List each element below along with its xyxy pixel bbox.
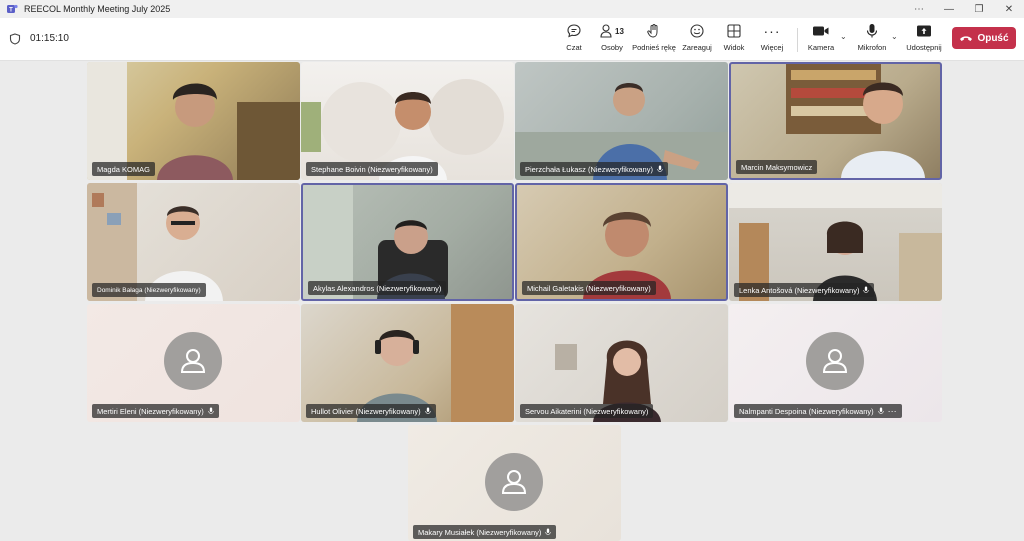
chat-button[interactable]: Czat <box>562 22 586 56</box>
camera-button[interactable]: Kamera <box>806 22 836 56</box>
participant-name-bar: Hullot Olivier (Niezweryfikowany) <box>306 404 436 418</box>
mic-muted-icon <box>208 407 214 414</box>
mic-options-chevron-icon[interactable]: ⌄ <box>891 32 898 41</box>
participant-name: Hullot Olivier (Niezweryfikowany) <box>311 406 421 416</box>
avatar <box>164 332 222 390</box>
participant-name-bar: Mertiri Eleni (Niezweryfikowany) <box>92 404 219 418</box>
react-label: Zareaguj <box>682 43 712 52</box>
participant-name: Servou Aikaterini (Niezweryfikowany) <box>525 406 649 416</box>
view-label: Widok <box>723 43 745 52</box>
more-dots-icon: ··· <box>763 23 781 39</box>
toolbar-divider <box>797 28 798 52</box>
participant-tile-speaking[interactable]: Akylas Alexandros (Niezweryfikowany) <box>301 183 514 301</box>
emoji-icon <box>689 22 705 40</box>
participant-name-bar: Pierzchała Łukasz (Niezweryfikowany) <box>520 162 668 176</box>
participant-name: Lenka Antošová (Niezweryfikowany) <box>739 285 860 295</box>
participant-name-bar: Magda KOMAG <box>92 162 155 176</box>
participant-tile[interactable]: Lenka Antošová (Niezweryfikowany) <box>729 183 942 301</box>
participant-name: Stephane Boivin (Niezweryfikowany) <box>311 164 433 174</box>
close-button[interactable]: ✕ <box>994 4 1024 15</box>
participant-tile-speaking[interactable]: Marcin Maksymowicz <box>729 62 942 180</box>
avatar <box>806 332 864 390</box>
view-button[interactable]: Widok <box>721 22 747 56</box>
participant-name-bar: Akylas Alexandros (Niezweryfikowany) <box>308 281 447 295</box>
participant-name-bar: Stephane Boivin (Niezweryfikowany) <box>306 162 438 176</box>
participant-tile[interactable]: Nalmpanti Despoina (Niezweryfikowany) ··… <box>729 304 942 422</box>
participant-name-bar: Servou Aikaterini (Niezweryfikowany) <box>520 404 654 418</box>
participant-name: Marcin Maksymowicz <box>741 162 813 172</box>
participant-name-bar: Makary Musiałek (Niezweryfikowany) <box>413 525 557 539</box>
mic-muted-icon <box>878 407 884 414</box>
participant-tile[interactable]: Magda KOMAG <box>87 62 300 180</box>
participant-tile[interactable]: Dominik Bałaga (Niezweryfikowany) <box>87 183 300 301</box>
shield-icon[interactable] <box>9 33 21 45</box>
participant-tile[interactable]: Servou Aikaterini (Niezweryfikowany) <box>515 304 728 422</box>
meeting-toolbar: 01:15:10 Czat 13 Osoby Podnieś rękę Zare… <box>0 18 1024 61</box>
chat-label: Czat <box>566 43 582 52</box>
participant-more-icon[interactable]: ··· <box>888 406 897 416</box>
camera-icon <box>812 22 830 40</box>
person-placeholder-icon <box>501 470 527 494</box>
leave-button[interactable]: Opuść <box>952 27 1016 49</box>
mic-muted-icon <box>657 165 663 172</box>
participant-name: Dominik Bałaga (Niezweryfikowany) <box>97 286 201 294</box>
share-label: Udostępnij <box>906 43 942 52</box>
leave-label: Opuść <box>977 32 1009 44</box>
people-label: Osoby <box>601 43 623 52</box>
participant-name: Magda KOMAG <box>97 164 150 174</box>
minimize-button[interactable]: — <box>934 4 964 15</box>
participant-tile[interactable]: Pierzchała Łukasz (Niezweryfikowany) <box>515 62 728 180</box>
grid-view-icon <box>726 22 742 40</box>
participant-name: Pierzchała Łukasz (Niezweryfikowany) <box>525 164 653 174</box>
participant-name-bar: Lenka Antošová (Niezweryfikowany) <box>734 283 875 297</box>
participant-tile[interactable]: Makary Musiałek (Niezweryfikowany) <box>408 425 621 541</box>
restore-button[interactable]: ❐ <box>964 4 994 15</box>
react-button[interactable]: Zareaguj <box>681 22 713 56</box>
people-icon: 13 <box>600 22 624 40</box>
more-label: Więcej <box>760 43 784 52</box>
svg-text:T: T <box>9 8 13 14</box>
participant-name: Mertiri Eleni (Niezweryfikowany) <box>97 406 204 416</box>
mic-muted-icon <box>545 528 551 535</box>
participant-name: Akylas Alexandros (Niezweryfikowany) <box>313 283 442 293</box>
participant-name-bar: Dominik Bałaga (Niezweryfikowany) <box>92 283 206 297</box>
share-button[interactable]: Udostępnij <box>905 22 943 56</box>
participant-tile[interactable]: Stephane Boivin (Niezweryfikowany) <box>301 62 514 180</box>
participant-tile[interactable]: Mertiri Eleni (Niezweryfikowany) <box>87 304 300 422</box>
avatar <box>485 453 543 511</box>
more-button[interactable]: ··· Więcej <box>758 22 786 56</box>
mic-label: Mikrofon <box>857 43 887 52</box>
meeting-timer: 01:15:10 <box>30 33 69 44</box>
hang-up-icon <box>960 36 973 41</box>
person-placeholder-icon <box>822 349 848 373</box>
participant-name-bar: Michail Galetakis (Niezweryfikowany) <box>522 281 656 295</box>
participant-name: Nalmpanti Despoina (Niezweryfikowany) <box>739 406 874 416</box>
hand-icon <box>646 22 662 40</box>
participant-name-bar: Nalmpanti Despoina (Niezweryfikowany) ··… <box>734 404 902 418</box>
window-title: REECOL Monthly Meeting July 2025 <box>24 4 171 14</box>
title-bar: T REECOL Monthly Meeting July 2025 ⋯ — ❐… <box>0 0 1024 18</box>
camera-options-chevron-icon[interactable]: ⌄ <box>840 32 847 41</box>
mic-button[interactable]: Mikrofon <box>855 22 889 56</box>
mic-muted-icon <box>425 407 431 414</box>
participant-tile[interactable]: Hullot Olivier (Niezweryfikowany) <box>301 304 514 422</box>
teams-logo-icon: T <box>7 4 18 14</box>
share-screen-icon <box>916 22 932 40</box>
raise-hand-label: Podnieś rękę <box>632 43 676 52</box>
participant-name-bar: Marcin Maksymowicz <box>736 160 818 174</box>
chat-icon <box>566 22 582 40</box>
video-grid: Magda KOMAG Stephane Boivin (Niezweryfik… <box>0 60 1024 541</box>
mic-muted-icon <box>863 286 870 293</box>
person-placeholder-icon <box>180 349 206 373</box>
microphone-icon <box>866 22 878 40</box>
raise-hand-button[interactable]: Podnieś rękę <box>632 22 676 56</box>
participant-tile-speaking[interactable]: Michail Galetakis (Niezweryfikowany) <box>515 183 728 301</box>
people-button[interactable]: 13 Osoby <box>596 22 628 56</box>
participant-name: Michail Galetakis (Niezweryfikowany) <box>527 283 651 293</box>
people-count: 13 <box>615 26 624 36</box>
camera-label: Kamera <box>807 43 835 52</box>
more-options-icon[interactable]: ⋯ <box>904 4 934 15</box>
participant-name: Makary Musiałek (Niezweryfikowany) <box>418 527 542 537</box>
